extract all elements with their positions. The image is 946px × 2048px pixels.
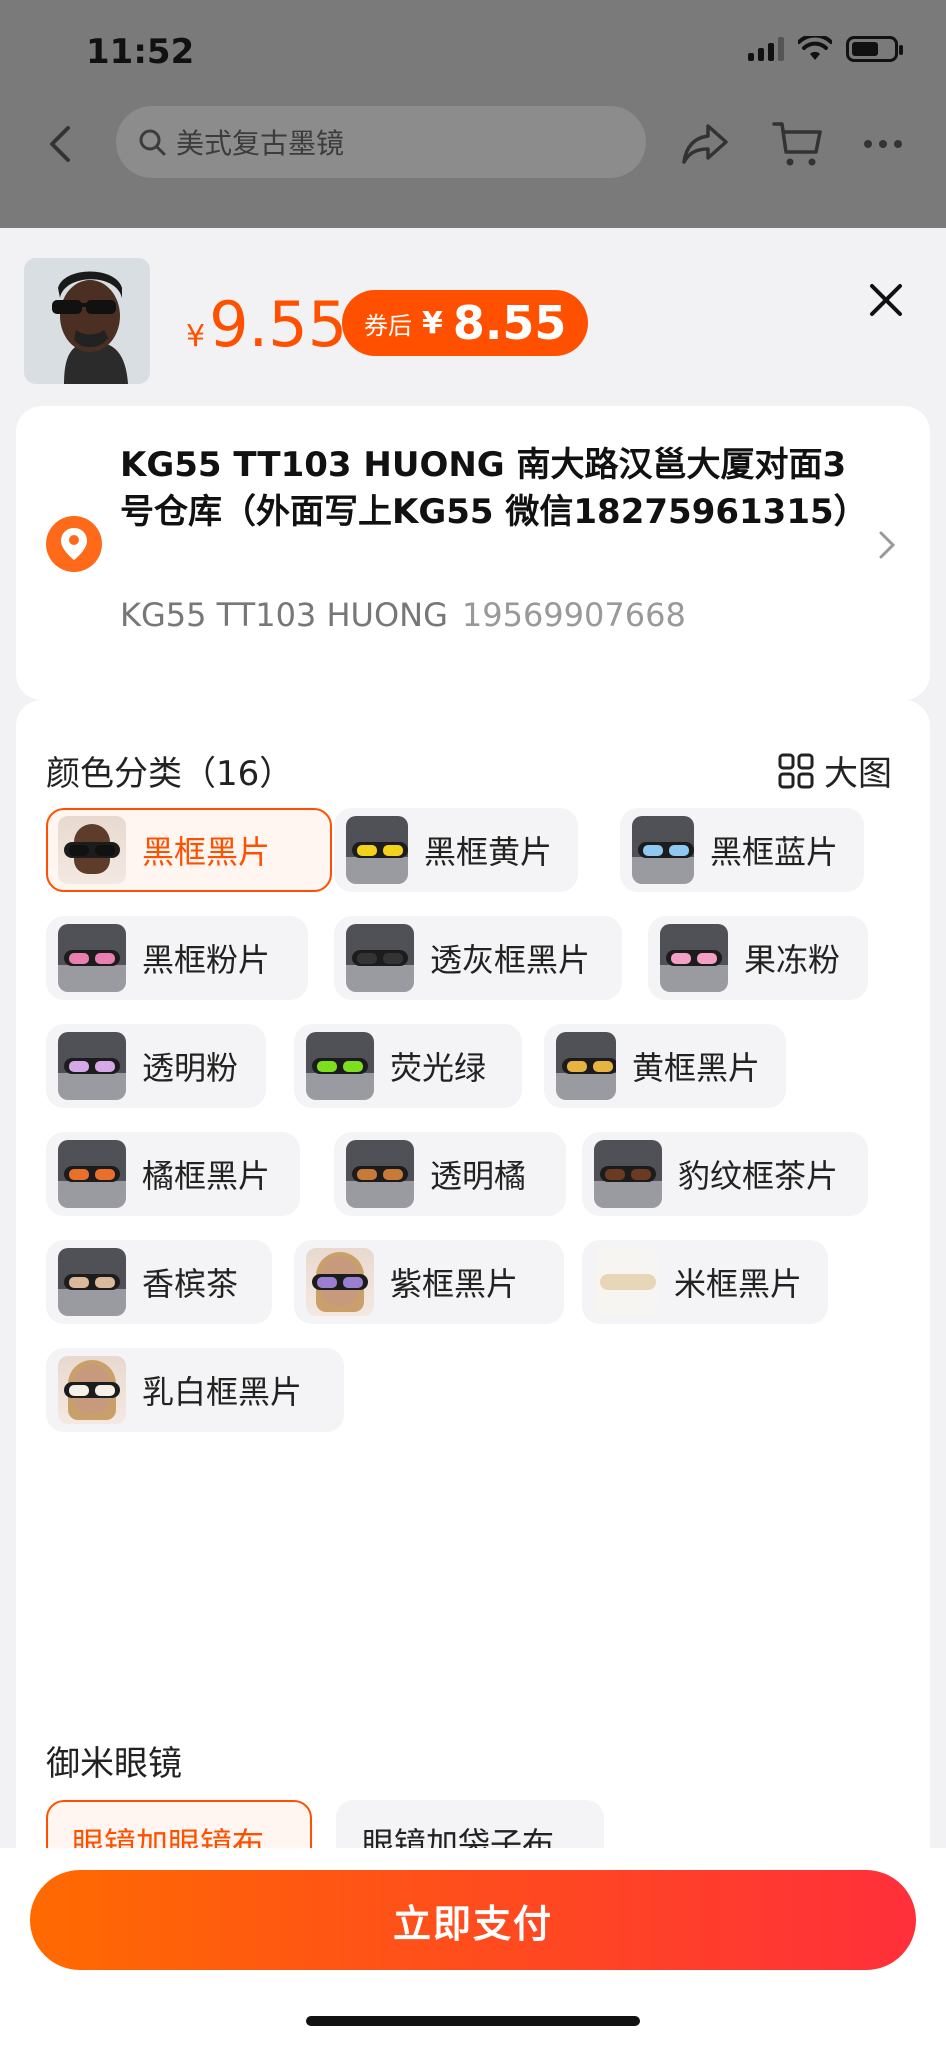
address-card[interactable]: KG55 TT103 HUONG 南大路汉邕大厦对面3号仓库（外面写上KG55 … (16, 406, 930, 700)
options-card: 颜色分类（16） 大图 黑框黑片 黑框黄片 黑框蓝片黑框粉片 透灰框黑片 果冻粉透明粉 荧… (16, 700, 930, 1992)
sku-sheet: ¥ 9.55 券后 ¥ 8.55 KG55 TT103 HUONG 南大路汉邕大… (0, 228, 946, 2048)
color-option-thumbnail (306, 1248, 374, 1316)
color-option[interactable]: 乳白框黑片 (46, 1348, 344, 1432)
cart-icon[interactable] (772, 120, 824, 170)
color-option-label: 黑框黄片 (423, 833, 552, 871)
address-contact: KG55 TT103 HUONG 19569907668 (120, 596, 686, 634)
home-indicator (306, 2016, 640, 2026)
color-option-label: 透明橘 (430, 1157, 527, 1195)
location-pin-icon (46, 516, 102, 572)
price-value: 9.55 (209, 288, 348, 361)
big-image-label: 大图 (824, 754, 892, 794)
color-option[interactable]: 透灰框黑片 (334, 916, 622, 1000)
color-option-thumbnail (58, 1248, 126, 1316)
color-option-label: 豹纹框茶片 (678, 1157, 839, 1195)
color-option-thumbnail (58, 924, 126, 992)
model-photo (24, 258, 150, 384)
color-option-thumbnail (632, 816, 694, 884)
big-image-toggle[interactable]: 大图 (778, 746, 892, 795)
color-option-label: 黑框蓝片 (709, 833, 838, 871)
color-option-thumbnail (346, 816, 408, 884)
chevron-right-icon (879, 531, 896, 559)
color-option-label: 紫框黑片 (390, 1265, 519, 1303)
color-option-thumbnail (594, 1248, 658, 1316)
signal-icon (748, 37, 784, 61)
price-currency: ¥ (186, 319, 206, 354)
color-option-label: 黄框黑片 (631, 1049, 760, 1087)
color-option-thumbnail (556, 1032, 616, 1100)
color-option-label: 果冻粉 (744, 941, 841, 979)
coupon-price: 8.55 (452, 296, 567, 350)
pay-now-button[interactable]: 立即支付 (30, 1870, 916, 1970)
color-option-thumbnail (660, 924, 728, 992)
color-option[interactable]: 橘框黑片 (46, 1132, 300, 1216)
color-option[interactable]: 透明粉 (46, 1024, 266, 1108)
color-option[interactable]: 豹纹框茶片 (582, 1132, 868, 1216)
color-option-label: 橘框黑片 (142, 1157, 271, 1195)
color-option-label: 荧光绿 (390, 1049, 487, 1087)
color-option-thumbnail (594, 1140, 662, 1208)
color-option-thumbnail (346, 1140, 414, 1208)
product-thumbnail[interactable] (24, 258, 150, 384)
back-icon[interactable] (44, 122, 78, 166)
color-option-thumbnail (58, 1032, 126, 1100)
coupon-label: 券后 (364, 311, 412, 340)
color-option-label: 透明粉 (142, 1049, 239, 1087)
color-option[interactable]: 香槟茶 (46, 1240, 272, 1324)
more-icon[interactable] (864, 140, 902, 148)
color-option-thumbnail (306, 1032, 374, 1100)
color-option[interactable]: 米框黑片 (582, 1240, 828, 1324)
color-option-thumbnail (346, 924, 414, 992)
package-section-title: 御米眼镜 (46, 1744, 182, 1784)
color-option-label: 香槟茶 (142, 1265, 239, 1303)
color-option-label: 米框黑片 (673, 1265, 802, 1303)
color-option[interactable]: 黑框蓝片 (620, 808, 864, 892)
color-option[interactable]: 黑框黑片 (46, 808, 332, 892)
color-option[interactable]: 黑框黄片 (334, 808, 578, 892)
color-option[interactable]: 黄框黑片 (544, 1024, 786, 1108)
wifi-icon (798, 36, 832, 60)
price: ¥ 9.55 (186, 288, 347, 361)
battery-icon (846, 36, 903, 62)
color-option[interactable]: 荧光绿 (294, 1024, 522, 1108)
color-option[interactable]: 果冻粉 (648, 916, 868, 1000)
color-option[interactable]: 紫框黑片 (294, 1240, 564, 1324)
dimmed-page-backdrop: 11:52 美式复古墨镜 (0, 0, 946, 228)
recipient-name: KG55 TT103 HUONG (120, 596, 448, 634)
share-icon[interactable] (680, 122, 730, 166)
color-option-thumbnail (58, 1140, 126, 1208)
close-icon[interactable] (866, 280, 906, 320)
search-icon (139, 129, 166, 156)
color-option-thumbnail (58, 1356, 126, 1424)
recipient-phone: 19569907668 (461, 596, 686, 634)
color-option-label: 乳白框黑片 (142, 1373, 303, 1411)
coupon-price-badge: 券后 ¥ 8.55 (342, 290, 589, 356)
color-option[interactable]: 透明橘 (334, 1132, 566, 1216)
coupon-currency: ¥ (422, 305, 443, 341)
color-option-thumbnail (58, 816, 126, 884)
color-option-label: 透灰框黑片 (430, 941, 591, 979)
search-input[interactable]: 美式复古墨镜 (116, 106, 646, 178)
color-option-label: 黑框粉片 (142, 941, 271, 979)
color-option[interactable]: 黑框粉片 (46, 916, 308, 1000)
grid-icon (778, 753, 814, 788)
status-time: 11:52 (86, 32, 195, 72)
color-section-title: 颜色分类（16） (46, 754, 294, 794)
color-option-label: 黑框黑片 (142, 833, 271, 871)
search-placeholder: 美式复古墨镜 (176, 127, 345, 160)
address-line: KG55 TT103 HUONG 南大路汉邕大厦对面3号仓库（外面写上KG55 … (120, 445, 868, 532)
status-icons (748, 36, 903, 62)
